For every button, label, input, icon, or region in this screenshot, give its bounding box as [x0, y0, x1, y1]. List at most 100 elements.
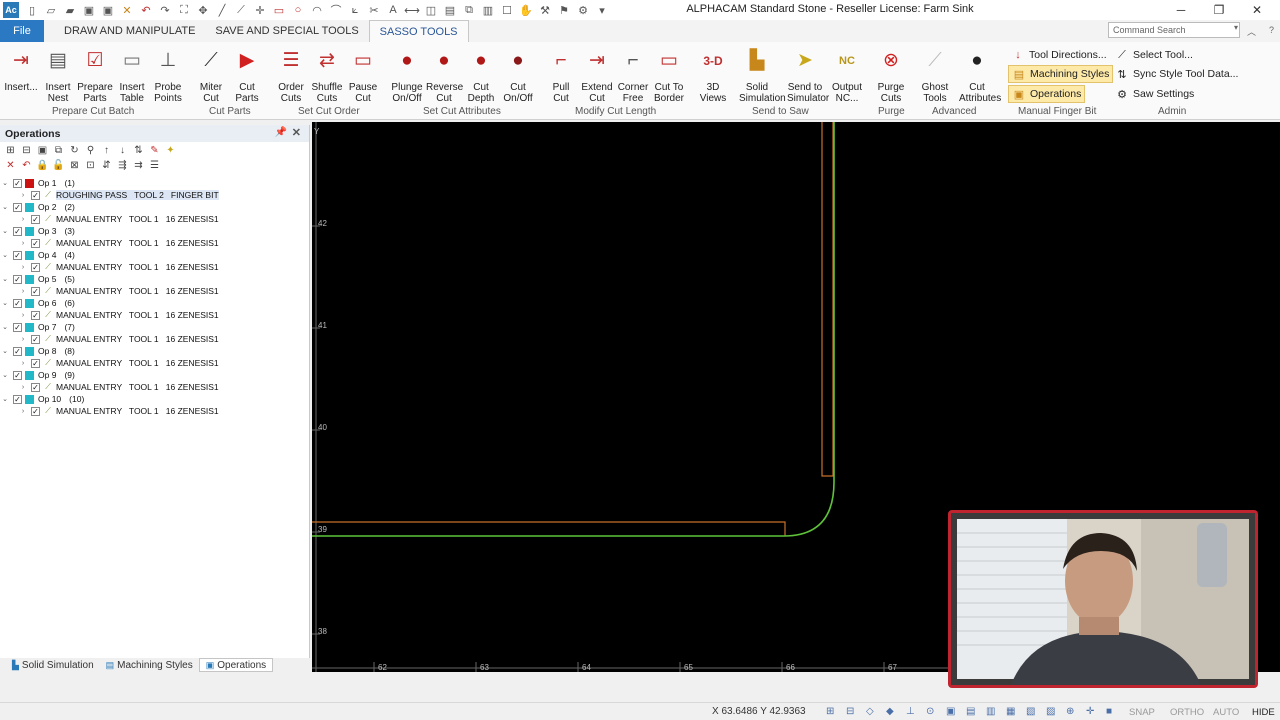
operation-row[interactable]: ⌄ ✓ Op 9 (9) — [0, 369, 300, 381]
detail-checkbox[interactable]: ✓ — [31, 406, 40, 416]
tool-icon[interactable]: ⚒ — [536, 2, 554, 18]
tab-solid-simulation[interactable]: ▙ Solid Simulation — [6, 658, 100, 672]
operation-checkbox[interactable]: ✓ — [13, 202, 22, 212]
solid-simulation-button[interactable]: ▙ Solid Simulation — [739, 46, 786, 104]
redo-icon[interactable]: ↷ — [156, 2, 174, 18]
group-icon[interactable]: ⊠ — [67, 160, 82, 171]
split-icon[interactable]: ⇶ — [115, 160, 130, 171]
delete-icon[interactable]: ✕ — [3, 160, 18, 171]
operation-checkbox[interactable]: ✓ — [13, 226, 22, 236]
grid-icon[interactable]: ⊞ — [826, 706, 834, 717]
collapse-all-icon[interactable]: ⊟ — [19, 145, 34, 156]
operation-checkbox[interactable]: ✓ — [13, 178, 22, 188]
expand-chevron-icon[interactable]: › — [18, 264, 28, 271]
view-iso-icon[interactable]: ▦ — [1006, 706, 1015, 717]
view-side-icon[interactable]: ▥ — [986, 706, 995, 717]
expand-chevron-icon[interactable]: › — [18, 240, 28, 247]
detail-checkbox[interactable]: ✓ — [31, 238, 40, 248]
tool-directions-button[interactable]: ↓ Tool Directions... — [1011, 46, 1106, 64]
select-tool-button[interactable]: ⟋ Select Tool... — [1115, 46, 1193, 64]
cut-parts-button[interactable]: ▶ Cut Parts — [229, 46, 265, 104]
operation-detail-row[interactable]: › ✓ ⟋ MANUAL ENTRY TOOL 1 16 ZENESIS1 — [0, 261, 300, 273]
auto-toggle[interactable]: AUTO — [1213, 707, 1239, 718]
close-button[interactable]: ✕ — [1238, 0, 1276, 20]
sort-icon[interactable]: ⇵ — [99, 160, 114, 171]
zoom-window-icon[interactable]: ⛶ — [175, 2, 193, 18]
layer-icon[interactable]: ▧ — [1026, 706, 1035, 717]
insert-nest-button[interactable]: ▤ Insert Nest — [40, 46, 76, 104]
operation-detail-row[interactable]: › ✓ ⟋ MANUAL ENTRY TOOL 1 16 ZENESIS1 — [0, 309, 300, 321]
insert-button[interactable]: ⇥ Insert... — [3, 46, 39, 93]
purge-cuts-button[interactable]: ⊗ Purge Cuts — [873, 46, 909, 104]
app-icon[interactable]: Ac — [3, 2, 19, 18]
trim-icon[interactable]: ✂ — [365, 2, 383, 18]
snap-end-icon[interactable]: ◆ — [886, 706, 894, 717]
tab-save-and-special-tools[interactable]: SAVE AND SPECIAL TOOLS — [205, 20, 368, 42]
refresh-icon[interactable]: ↻ — [67, 145, 82, 156]
collapse-chevron-icon[interactable]: ⌄ — [0, 299, 10, 307]
pause-cut-button[interactable]: ▭ Pause Cut — [345, 46, 381, 104]
detail-checkbox[interactable]: ✓ — [31, 334, 40, 344]
operation-row[interactable]: ⌄ ✓ Op 2 (2) — [0, 201, 300, 213]
cut-to-border-button[interactable]: ▭ Cut To Border — [651, 46, 687, 104]
collapse-chevron-icon[interactable]: ⌄ — [0, 323, 10, 331]
origin-icon[interactable]: ✛ — [1086, 706, 1094, 717]
save-icon[interactable]: ▣ — [80, 2, 98, 18]
merge-icon[interactable]: ⇉ — [131, 160, 146, 171]
operation-checkbox[interactable]: ✓ — [13, 370, 22, 380]
operation-row[interactable]: ⌄ ✓ Op 5 (5) — [0, 273, 300, 285]
flag-icon[interactable]: ⚑ — [555, 2, 573, 18]
expand-chevron-icon[interactable]: › — [18, 216, 28, 223]
expand-chevron-icon[interactable]: › — [18, 336, 28, 343]
operation-detail-row[interactable]: › ✓ ⟋ MANUAL ENTRY TOOL 1 16 ZENESIS1 — [0, 357, 300, 369]
layers-icon[interactable]: ▤ — [441, 2, 459, 18]
tab-operations[interactable]: ▣ Operations — [198, 658, 274, 672]
machining-styles-button[interactable]: ▤ Machining Styles — [1008, 65, 1114, 83]
operation-row[interactable]: ⌄ ✓ Op 8 (8) — [0, 345, 300, 357]
close-icon[interactable]: ✕ — [292, 126, 301, 139]
prepare-parts-button[interactable]: ☑ Prepare Parts — [77, 46, 113, 104]
settings-icon[interactable]: ⚙ — [574, 2, 592, 18]
shuffle-cuts-button[interactable]: ⇄ Shuffle Cuts — [309, 46, 345, 104]
minimize-button[interactable]: ─ — [1162, 0, 1200, 20]
tab-machining-styles[interactable]: ▤ Machining Styles — [100, 658, 199, 672]
operation-checkbox[interactable]: ✓ — [13, 322, 22, 332]
cut-on-off-button[interactable]: ● Cut On/Off — [500, 46, 536, 104]
operation-detail-row[interactable]: › ✓ ⟋ ROUGHING PASS TOOL 2 FINGER BIT — [0, 189, 300, 201]
operation-checkbox[interactable]: ✓ — [13, 250, 22, 260]
expand-chevron-icon[interactable]: › — [18, 384, 28, 391]
expand-all-icon[interactable]: ⊞ — [3, 145, 18, 156]
insert-table-button[interactable]: ▭ Insert Table — [114, 46, 150, 104]
saw-settings-button[interactable]: ⚙ Saw Settings — [1115, 85, 1194, 103]
output-nc-button[interactable]: NC Output NC... — [829, 46, 865, 104]
highlight-icon[interactable]: ■ — [1106, 706, 1112, 717]
open-folder-icon[interactable]: ▰ — [61, 2, 79, 18]
new-file-icon[interactable]: ▯ — [23, 2, 41, 18]
list-icon[interactable]: ☰ — [147, 160, 162, 171]
filter-icon[interactable]: ⚲ — [83, 145, 98, 156]
operation-checkbox[interactable]: ✓ — [13, 298, 22, 308]
snap-grid-icon[interactable]: ⊟ — [846, 706, 854, 717]
ortho-toggle[interactable]: ORTHO — [1170, 707, 1204, 718]
snap-center-icon[interactable]: ⊙ — [926, 706, 934, 717]
collapse-ribbon-icon[interactable]: ︿ — [1247, 25, 1256, 38]
detail-checkbox[interactable]: ✓ — [31, 214, 40, 224]
wand-icon[interactable]: ✦ — [163, 145, 178, 156]
detail-checkbox[interactable]: ✓ — [31, 382, 40, 392]
ucs-icon[interactable]: ⊕ — [1066, 706, 1074, 717]
expand-chevron-icon[interactable]: › — [18, 312, 28, 319]
line-icon[interactable]: ╱ — [213, 2, 231, 18]
lock-open-icon[interactable]: 🔓 — [51, 160, 66, 171]
reverse-cut-button[interactable]: ● Reverse Cut — [426, 46, 463, 104]
collapse-chevron-icon[interactable]: ⌄ — [0, 227, 10, 235]
collapse-chevron-icon[interactable]: ⌄ — [0, 179, 10, 187]
detail-checkbox[interactable]: ✓ — [31, 262, 40, 272]
detail-checkbox[interactable]: ✓ — [31, 190, 40, 200]
measure-icon[interactable]: ◫ — [422, 2, 440, 18]
tab-file[interactable]: File — [0, 20, 44, 42]
move-up-icon[interactable]: ↑ — [99, 145, 114, 156]
dimension-icon[interactable]: ⟷ — [403, 2, 421, 18]
open-file-icon[interactable]: ▱ — [42, 2, 60, 18]
copy-op-icon[interactable]: ⧉ — [51, 145, 66, 156]
help-icon[interactable]: ? — [1269, 25, 1274, 35]
